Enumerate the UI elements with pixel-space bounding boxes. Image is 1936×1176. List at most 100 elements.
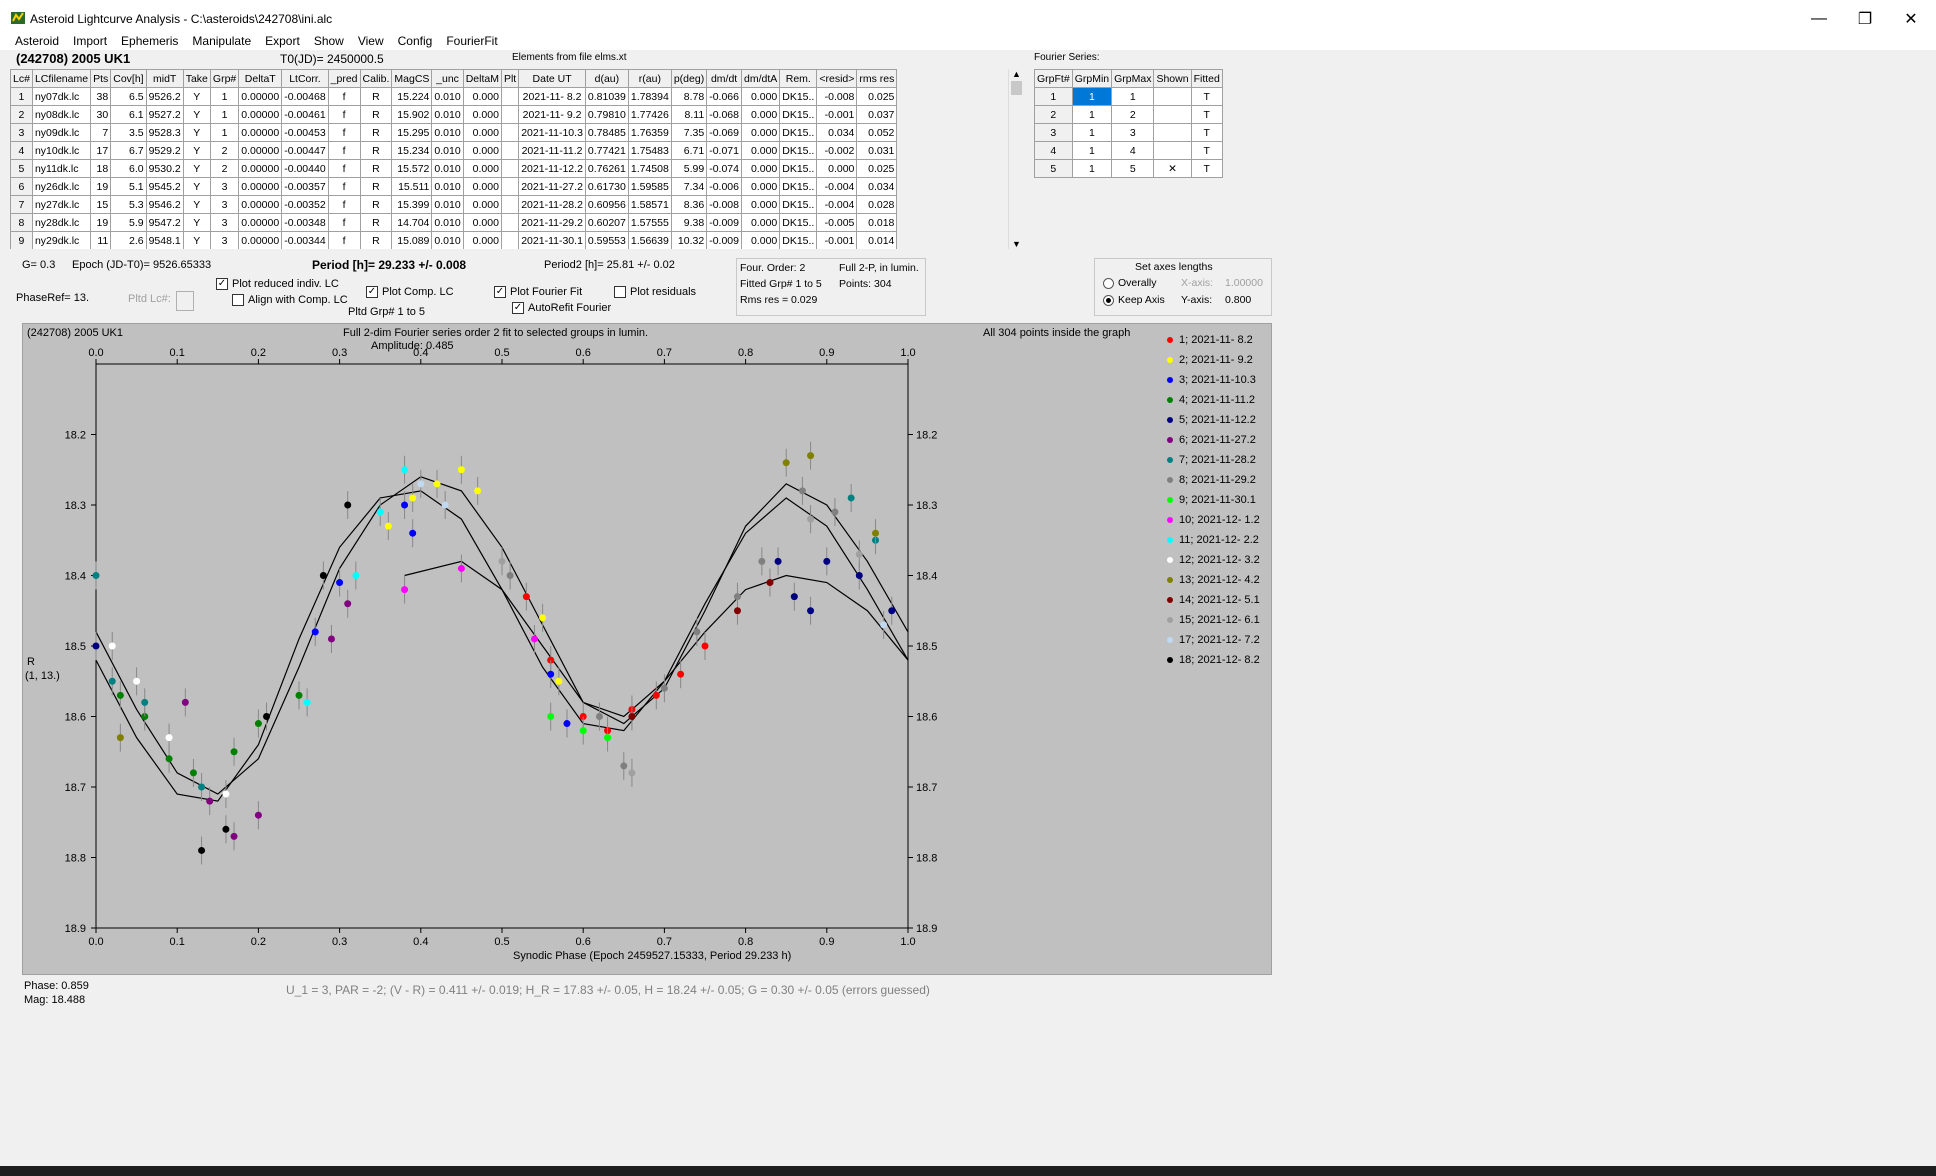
fourier-cell[interactable]: T (1190, 105, 1223, 124)
lc-cell[interactable]: f (327, 195, 361, 214)
lc-cell[interactable]: R (359, 231, 393, 249)
lc-cell[interactable]: -0.00447 (281, 141, 329, 160)
scroll-up-icon[interactable]: ▲ (1009, 69, 1024, 79)
lc-cell[interactable]: 15.902 (391, 105, 433, 124)
lc-cell[interactable]: 6.0 (110, 159, 147, 178)
lc-cell[interactable]: Y (182, 177, 211, 196)
lc-cell[interactable]: 2021-11-11.2 (518, 141, 586, 160)
fourier-table-row[interactable]: 5 1 5 ✕ T (1034, 159, 1223, 178)
lc-cell[interactable]: 5.99 (670, 159, 708, 178)
lc-cell[interactable]: -0.00348 (281, 213, 329, 232)
lc-cell[interactable]: 9528.3 (145, 123, 184, 142)
fourier-table-row[interactable]: 313 T (1034, 123, 1223, 142)
lc-col-header[interactable]: dm/dtA (740, 69, 781, 88)
lc-col-header[interactable]: r(au) (627, 69, 672, 88)
lc-cell[interactable]: 0.028 (856, 195, 898, 214)
lc-cell[interactable]: 1.56639 (627, 231, 672, 249)
lc-cell[interactable]: 8.78 (670, 87, 708, 106)
fourier-cell[interactable]: 1 (1111, 87, 1155, 106)
lc-table-row[interactable]: 2 ny08dk.lc 30 6.1 9527.2 Y 1 0.00000 -0.00461 f R… (10, 105, 898, 124)
lc-cell[interactable]: 15 (90, 195, 112, 214)
lc-cell[interactable]: R (359, 123, 393, 142)
cb-align[interactable]: Align with Comp. LC (232, 294, 348, 307)
lc-cell[interactable] (500, 123, 520, 142)
lc-col-header[interactable]: _pred (327, 69, 361, 88)
lc-cell[interactable]: 0.000 (462, 105, 502, 124)
lc-cell[interactable]: 15.295 (391, 123, 433, 142)
cb-plot-reduced[interactable]: ✓ Plot reduced indiv. LC (216, 278, 339, 291)
lc-col-header[interactable]: midT (145, 69, 184, 88)
fourier-cell[interactable] (1153, 123, 1192, 142)
lc-cell[interactable]: 1.76359 (627, 123, 672, 142)
fourier-cell[interactable]: 4 (1034, 141, 1073, 160)
lc-cell[interactable]: 3 (209, 195, 240, 214)
fourier-table-row[interactable]: 111T (1034, 87, 1223, 106)
lc-cell[interactable]: 7 (10, 195, 33, 214)
fourier-col-header[interactable]: GrpMax (1111, 69, 1155, 88)
lc-cell[interactable]: 0.000 (462, 87, 502, 106)
lc-col-header[interactable]: Calib. (359, 69, 393, 88)
lc-cell[interactable]: 0.010 (431, 141, 464, 160)
lc-cell[interactable]: f (327, 177, 361, 196)
fourier-cell[interactable]: 3 (1111, 123, 1155, 142)
lc-cell[interactable]: 1 (209, 87, 240, 106)
lc-col-header[interactable]: Pts (90, 69, 112, 88)
lc-cell[interactable]: DK15.. (779, 177, 818, 196)
lc-cell[interactable]: 6.71 (670, 141, 708, 160)
lc-col-header[interactable]: Grp# (209, 69, 240, 88)
lc-cell[interactable]: 0.000 (462, 195, 502, 214)
checkbox-checked-icon[interactable]: ✓ (512, 302, 524, 315)
fourier-cell[interactable]: 1 (1071, 123, 1113, 142)
lc-cell[interactable]: 6.5 (110, 87, 147, 106)
lc-cell[interactable]: 0.010 (431, 213, 464, 232)
lc-col-header[interactable]: MagCS (391, 69, 433, 88)
lc-cell[interactable]: 15.089 (391, 231, 433, 249)
lc-cell[interactable]: 15.572 (391, 159, 433, 178)
fourier-cell[interactable] (1153, 105, 1192, 124)
lc-cell[interactable]: 6.1 (110, 105, 147, 124)
lc-cell[interactable]: 5.3 (110, 195, 147, 214)
lc-cell[interactable]: 5 (10, 159, 33, 178)
lc-cell[interactable]: 0.79810 (584, 105, 629, 124)
fourier-cell[interactable]: 1 (1071, 141, 1113, 160)
lc-cell[interactable]: 5.9 (110, 213, 147, 232)
fourier-col-header[interactable]: GrpFt# (1034, 69, 1073, 88)
lc-cell[interactable]: R (359, 87, 393, 106)
lc-cell[interactable]: ny09dk.lc (31, 123, 92, 142)
lc-cell[interactable]: Y (182, 141, 211, 160)
lc-cell[interactable]: 0.034 (816, 123, 858, 142)
lc-cell[interactable]: 2021-11-30.1 (518, 231, 586, 249)
lc-cell[interactable]: ny10dk.lc (31, 141, 92, 160)
lc-cell[interactable]: ny29dk.lc (31, 231, 92, 249)
lc-cell[interactable]: 9530.2 (145, 159, 184, 178)
lc-cell[interactable]: 9545.2 (145, 177, 184, 196)
lc-cell[interactable]: 2.6 (110, 231, 147, 249)
xaxis-value[interactable]: 1.00000 (1225, 277, 1263, 289)
lc-cell[interactable]: Y (182, 213, 211, 232)
lc-cell[interactable]: -0.00357 (281, 177, 329, 196)
lc-cell[interactable]: 2021-11-27.2 (518, 177, 586, 196)
lc-cell[interactable]: 0.78485 (584, 123, 629, 142)
menu-asteroid[interactable]: Asteroid (8, 32, 66, 50)
pltd-lc-spinner[interactable] (176, 291, 194, 311)
lc-cell[interactable]: Y (182, 123, 211, 142)
lc-table-row[interactable]: 4 ny10dk.lc 17 6.7 9529.2 Y 2 0.00000 -0.00447 f R… (10, 141, 898, 160)
lc-cell[interactable]: 18 (90, 159, 112, 178)
scroll-down-icon[interactable]: ▼ (1009, 239, 1024, 249)
lc-cell[interactable]: R (359, 177, 393, 196)
lc-cell[interactable]: 6.7 (110, 141, 147, 160)
lc-cell[interactable]: ny08dk.lc (31, 105, 92, 124)
lc-cell[interactable]: 0.014 (856, 231, 898, 249)
lc-cell[interactable]: -0.001 (816, 231, 858, 249)
lc-cell[interactable]: -0.069 (706, 123, 742, 142)
lc-cell[interactable]: 9 (10, 231, 33, 249)
lc-col-header[interactable]: LtCorr. (281, 69, 329, 88)
fourier-cell[interactable]: T (1190, 159, 1223, 178)
lc-cell[interactable]: 0.025 (856, 159, 898, 178)
lc-cell[interactable]: 0.000 (816, 159, 858, 178)
menu-view[interactable]: View (351, 32, 391, 50)
lc-cell[interactable]: -0.006 (706, 177, 742, 196)
fourier-cell[interactable] (1153, 141, 1192, 160)
lc-table-row[interactable]: 3 ny09dk.lc 7 3.5 9528.3 Y 1 0.00000 -0.00453 f R 1… (10, 123, 898, 142)
lc-cell[interactable]: Y (182, 159, 211, 178)
